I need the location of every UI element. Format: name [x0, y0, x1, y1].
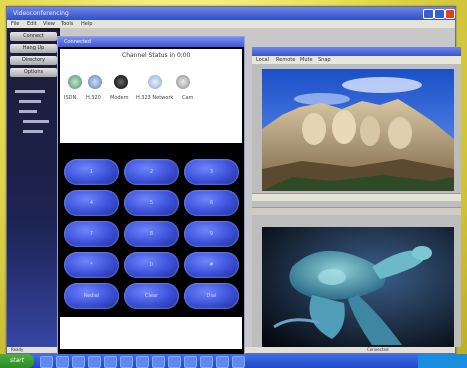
mountain-image	[262, 69, 454, 191]
taskbar-app-icon[interactable]	[200, 356, 213, 368]
system-tray	[418, 354, 467, 368]
video-pane: Local Remote Mute Snap	[252, 47, 461, 347]
tree-item[interactable]	[19, 100, 41, 103]
sidebar-options-button[interactable]: Options	[10, 68, 57, 77]
taskbar-app-icon[interactable]	[56, 356, 69, 368]
dialer-titlebar[interactable]: Connected	[58, 37, 244, 47]
tree-item[interactable]	[15, 90, 45, 93]
video-pane-titlebar[interactable]	[252, 47, 461, 56]
start-button[interactable]: start	[0, 354, 34, 368]
keypad-4[interactable]: 4	[64, 190, 119, 216]
sidebar-hangup-button[interactable]: Hang Up	[10, 44, 57, 53]
status-left: Ready	[11, 347, 24, 352]
camera-lens-icon[interactable]	[114, 75, 128, 89]
taskbar-app-icon[interactable]	[152, 356, 165, 368]
video-toolbar: Local Remote Mute Snap	[252, 56, 461, 64]
network-icon[interactable]	[148, 75, 162, 89]
menu-edit[interactable]: Edit	[27, 21, 37, 27]
close-button[interactable]	[445, 9, 455, 19]
taskbar-app-icon[interactable]	[40, 356, 53, 368]
sidebar-directory-button[interactable]: Directory	[10, 56, 57, 65]
menu-view[interactable]: View	[43, 21, 55, 27]
status-label-modem: Modem	[110, 95, 129, 101]
keypad-star[interactable]: *	[64, 252, 119, 278]
keypad-0[interactable]: 0	[124, 252, 179, 278]
keypad-6[interactable]: 6	[184, 190, 239, 216]
video-2-titlebar[interactable]	[252, 207, 461, 215]
dialer-dialog: Connected Channel Status in 0:00 ISDN H.…	[57, 36, 245, 356]
taskbar-app-icon[interactable]	[104, 356, 117, 368]
status-right: Connected	[367, 347, 389, 352]
taskbar-app-icon[interactable]	[184, 356, 197, 368]
video-1-controlbar[interactable]	[252, 193, 461, 201]
tree-item[interactable]	[23, 130, 43, 133]
toolbar-snap[interactable]: Snap	[318, 57, 331, 63]
menu-tools[interactable]: Tools	[61, 21, 73, 27]
keypad-1[interactable]: 1	[64, 159, 119, 185]
window-title: Videoconferencing	[13, 10, 69, 17]
dial-button[interactable]: Dial	[184, 283, 239, 309]
sidebar-connect-button[interactable]: Connect	[10, 32, 57, 41]
keypad-5[interactable]: 5	[124, 190, 179, 216]
menu-file[interactable]: File	[11, 21, 19, 27]
toolbar-local[interactable]: Local	[256, 57, 269, 63]
dialer-footer	[60, 317, 242, 349]
taskbar-app-icon[interactable]	[72, 356, 85, 368]
dialer-status-panel: Channel Status in 0:00 ISDN H.320 Modem …	[60, 49, 242, 143]
local-video-frame[interactable]	[262, 227, 454, 347]
keypad-7[interactable]: 7	[64, 221, 119, 247]
remote-video-frame[interactable]	[262, 69, 454, 191]
dialer-title: Connected	[64, 39, 91, 45]
toolbar-remote[interactable]: Remote	[276, 57, 295, 63]
tree-item[interactable]	[23, 120, 49, 123]
redial-button[interactable]: Redial	[64, 283, 119, 309]
taskbar-app-icon[interactable]	[232, 356, 245, 368]
maximize-button[interactable]	[434, 9, 445, 19]
status-label-h320: H.320	[86, 95, 101, 101]
toolbar-mute[interactable]: Mute	[300, 57, 313, 63]
menu-help[interactable]: Help	[81, 21, 92, 27]
taskbar-app-icon[interactable]	[120, 356, 133, 368]
status-label-cam: Cam	[182, 95, 194, 101]
tree-item[interactable]	[19, 110, 37, 113]
globe-icon[interactable]	[88, 75, 102, 89]
taskbar-app-icon[interactable]	[136, 356, 149, 368]
taskbar-app-icon[interactable]	[216, 356, 229, 368]
clear-button[interactable]: Clear	[124, 283, 179, 309]
isdn-icon[interactable]	[68, 75, 82, 89]
keypad-8[interactable]: 8	[124, 221, 179, 247]
taskbar-app-icon[interactable]	[88, 356, 101, 368]
webcam-icon[interactable]	[176, 75, 190, 89]
menubar: File Edit View Tools Help	[7, 20, 455, 28]
keypad-2[interactable]: 2	[124, 159, 179, 185]
keypad-9[interactable]: 9	[184, 221, 239, 247]
minimize-button[interactable]	[423, 9, 434, 19]
keypad-hash[interactable]: #	[184, 252, 239, 278]
turtle-image	[262, 227, 454, 347]
taskbar: start	[0, 354, 467, 368]
keypad-3[interactable]: 3	[184, 159, 239, 185]
sidebar: Connect Hang Up Directory Options	[7, 28, 60, 353]
taskbar-app-icon[interactable]	[168, 356, 181, 368]
channel-display: Channel Status in 0:00	[122, 52, 191, 59]
status-label-isdn: ISDN	[64, 95, 77, 101]
status-label-h323: H.323 Network	[136, 95, 174, 101]
window-titlebar[interactable]: Videoconferencing	[7, 7, 455, 20]
